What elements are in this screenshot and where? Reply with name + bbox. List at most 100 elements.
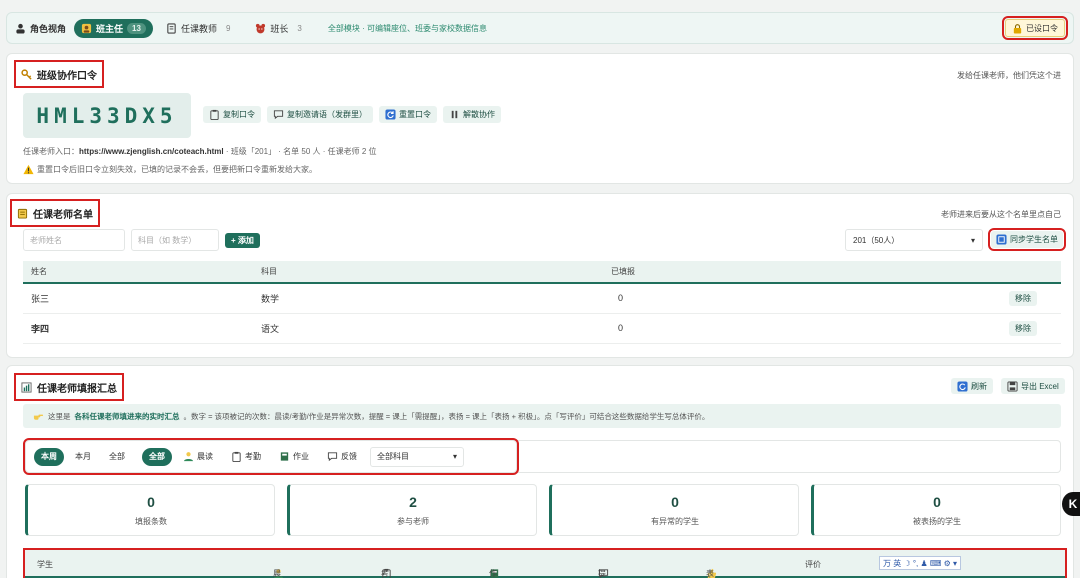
user-icon bbox=[15, 23, 26, 34]
notepad-icon bbox=[17, 208, 28, 219]
clipboard-icon bbox=[209, 109, 220, 120]
column-header: 姓名 bbox=[23, 261, 253, 284]
column-header: 科目 bbox=[253, 261, 603, 284]
teacher-name: 张三 bbox=[23, 283, 253, 314]
dissolve-button[interactable]: 解散协作 bbox=[443, 106, 501, 123]
type-filter-feedback[interactable]: 反馈 bbox=[320, 448, 364, 466]
role-count-badge: 13 bbox=[127, 22, 146, 34]
warning-icon bbox=[23, 164, 34, 175]
row-actions: 移除 bbox=[1001, 313, 1061, 344]
role-tab-label: 任课教师 bbox=[180, 23, 217, 34]
chevron-down-icon: ▾ bbox=[452, 452, 457, 461]
type-filter-reading[interactable]: 晨读 bbox=[176, 448, 220, 466]
summary-info-strip: 这里是 各科任课老师填进来的实时汇总 。数字 = 该项被记的次数：晨读/考勤/作业是… bbox=[23, 404, 1061, 428]
teacher-entry-url[interactable]: https://www.zjenglish.cn/coteach.html bbox=[79, 147, 224, 156]
reset-warning: 重置口令后旧口令立刻失效，已填的记录不会丢，但要把新口令重新发给大家。 bbox=[23, 164, 317, 175]
type-filter-all[interactable]: 全部 bbox=[142, 447, 172, 466]
stat-label: 填报条数 bbox=[135, 516, 167, 526]
speech-icon bbox=[327, 451, 338, 462]
bar-chart-icon bbox=[21, 381, 32, 393]
teacher-subject-input[interactable] bbox=[131, 229, 219, 251]
teacher-list-card: 任课老师名单 老师进来后要从这个名单里点自己 + 添加 201（50人） ▾ 同… bbox=[6, 193, 1074, 358]
summary-stats: 0 填报条数 2 参与老师 0 有异常的学生 0 被表扬的学生 bbox=[25, 484, 1061, 536]
role-tab-monitor[interactable]: 班长 3 bbox=[248, 19, 313, 38]
role-tab-label: 班主任 bbox=[96, 23, 124, 34]
type-filter-homework[interactable]: 作业 bbox=[272, 448, 316, 466]
type-filter-attendance[interactable]: 考勤 bbox=[224, 448, 268, 466]
class-code-display: HML33DX5 bbox=[23, 93, 191, 138]
summary-card: 任课老师填报汇总 刷新 导出 Excel 这里是 各科任课老师填进来的实时汇总 。数… bbox=[6, 365, 1074, 578]
table-row: 张三 数学 0 移除 bbox=[23, 283, 1061, 314]
remove-teacher-button[interactable]: 移除 bbox=[1009, 290, 1037, 306]
role-tab-subject-teacher[interactable]: 任课教师 9 bbox=[159, 19, 242, 38]
code-actions: 复制口令 复制邀请语（发群里） 重置口令 解散协作 bbox=[203, 106, 501, 123]
side-floating-badge[interactable]: K bbox=[1062, 492, 1080, 516]
notebook-icon bbox=[279, 451, 290, 462]
stat-value: 2 bbox=[409, 493, 417, 510]
period-filter-week[interactable]: 本周 bbox=[34, 447, 64, 466]
class-select[interactable]: 201（50人） ▾ bbox=[845, 229, 983, 251]
teacher-table: 姓名 科目 已填报 张三 数学 0 移除 李四 语文 0 移除 bbox=[23, 261, 1061, 344]
code-set-button[interactable]: 已设口令 bbox=[1002, 16, 1068, 40]
teacher-icon bbox=[81, 23, 92, 34]
teacher-list-title: 任课老师名单 bbox=[10, 199, 100, 227]
stat-value: 0 bbox=[147, 493, 155, 510]
class-code-title: 班级协作口令 bbox=[14, 60, 104, 88]
add-teacher-button[interactable]: + 添加 bbox=[225, 232, 260, 248]
pause-icon bbox=[449, 109, 460, 120]
refresh-icon bbox=[957, 380, 968, 392]
stat-label: 有异常的学生 bbox=[651, 516, 699, 526]
teacher-list-hint: 老师进来后要从这个名单里点自己 bbox=[941, 210, 1061, 219]
sync-icon bbox=[996, 234, 1007, 245]
refresh-button[interactable]: 刷新 bbox=[951, 378, 993, 394]
period-filter-month[interactable]: 本月 bbox=[68, 448, 98, 466]
stat-value: 0 bbox=[933, 493, 941, 510]
filter-bar: 本周 本月 全部 全部 晨读 考勤 作业 反馈 全部科目 ▾ bbox=[23, 438, 519, 475]
add-teacher-form: + 添加 bbox=[23, 229, 260, 251]
teacher-entry-info: 任课老师入口：https://www.zjenglish.cn/coteach.… bbox=[23, 147, 377, 156]
lock-icon bbox=[1012, 23, 1023, 34]
teacher-filled-count: 0 bbox=[603, 283, 1001, 314]
remove-teacher-button[interactable]: 移除 bbox=[1009, 320, 1037, 336]
book-icon bbox=[166, 22, 177, 34]
reset-code-button[interactable]: 重置口令 bbox=[379, 106, 437, 123]
column-header: 学生 bbox=[37, 560, 53, 569]
row-actions: 移除 bbox=[1001, 283, 1061, 314]
ime-toolbar[interactable]: 万 英 ☽ °, ♟ ⌨ ⚙ ▾ bbox=[879, 556, 962, 570]
teacher-filled-count: 0 bbox=[603, 313, 1001, 344]
role-count-badge: 3 bbox=[297, 23, 302, 33]
role-view-title: 角色视角 bbox=[15, 22, 66, 35]
role-tab-label: 班长 bbox=[270, 23, 289, 34]
column-header bbox=[1001, 261, 1061, 284]
teacher-name-input[interactable] bbox=[23, 229, 125, 251]
sync-students-button[interactable]: 同步学生名单 bbox=[988, 228, 1066, 251]
teacher-name: 李四 bbox=[23, 313, 253, 344]
student-summary-table-header: 学生 晨读 考勤 作业 提醒 bbox=[23, 548, 1067, 578]
summary-title: 任课老师填报汇总 bbox=[14, 373, 124, 401]
subject-filter-select[interactable]: 全部科目 ▾ bbox=[370, 446, 464, 467]
role-permission-note: 全部模块 · 可编辑座位、班委与家校数据信息 bbox=[327, 23, 487, 33]
class-code-card: 班级协作口令 发给任课老师，他们凭这个进 HML33DX5 复制口令 复制邀请语… bbox=[6, 53, 1074, 184]
table-header-row: 姓名 科目 已填报 bbox=[23, 261, 1061, 284]
copy-invite-button[interactable]: 复制邀请语（发群里） bbox=[267, 106, 373, 123]
role-bar: 角色视角 班主任 13 任课教师 9 班长 3 全部模块 · 可编辑座位、班委与… bbox=[6, 12, 1074, 44]
column-header: 已填报 bbox=[603, 261, 1001, 284]
table-row: 李四 语文 0 移除 bbox=[23, 313, 1061, 344]
stat-praised-students: 0 被表扬的学生 bbox=[811, 484, 1061, 536]
role-tab-head-teacher[interactable]: 班主任 13 bbox=[74, 18, 153, 38]
refresh-icon bbox=[385, 109, 396, 120]
save-icon bbox=[1007, 380, 1018, 392]
copy-code-button[interactable]: 复制口令 bbox=[203, 106, 261, 123]
chevron-down-icon: ▾ bbox=[970, 235, 975, 245]
stat-teachers: 2 参与老师 bbox=[287, 484, 537, 536]
teacher-subject: 数学 bbox=[253, 283, 603, 314]
export-excel-button[interactable]: 导出 Excel bbox=[1001, 378, 1065, 394]
clipboard-icon bbox=[231, 451, 242, 462]
column-header: 评价 bbox=[805, 560, 821, 569]
bear-icon bbox=[255, 23, 266, 34]
key-icon bbox=[21, 68, 32, 80]
stat-label: 被表扬的学生 bbox=[913, 516, 961, 526]
teacher-subject: 语文 bbox=[253, 313, 603, 344]
period-filter-all[interactable]: 全部 bbox=[102, 448, 132, 466]
reading-icon bbox=[183, 451, 194, 462]
